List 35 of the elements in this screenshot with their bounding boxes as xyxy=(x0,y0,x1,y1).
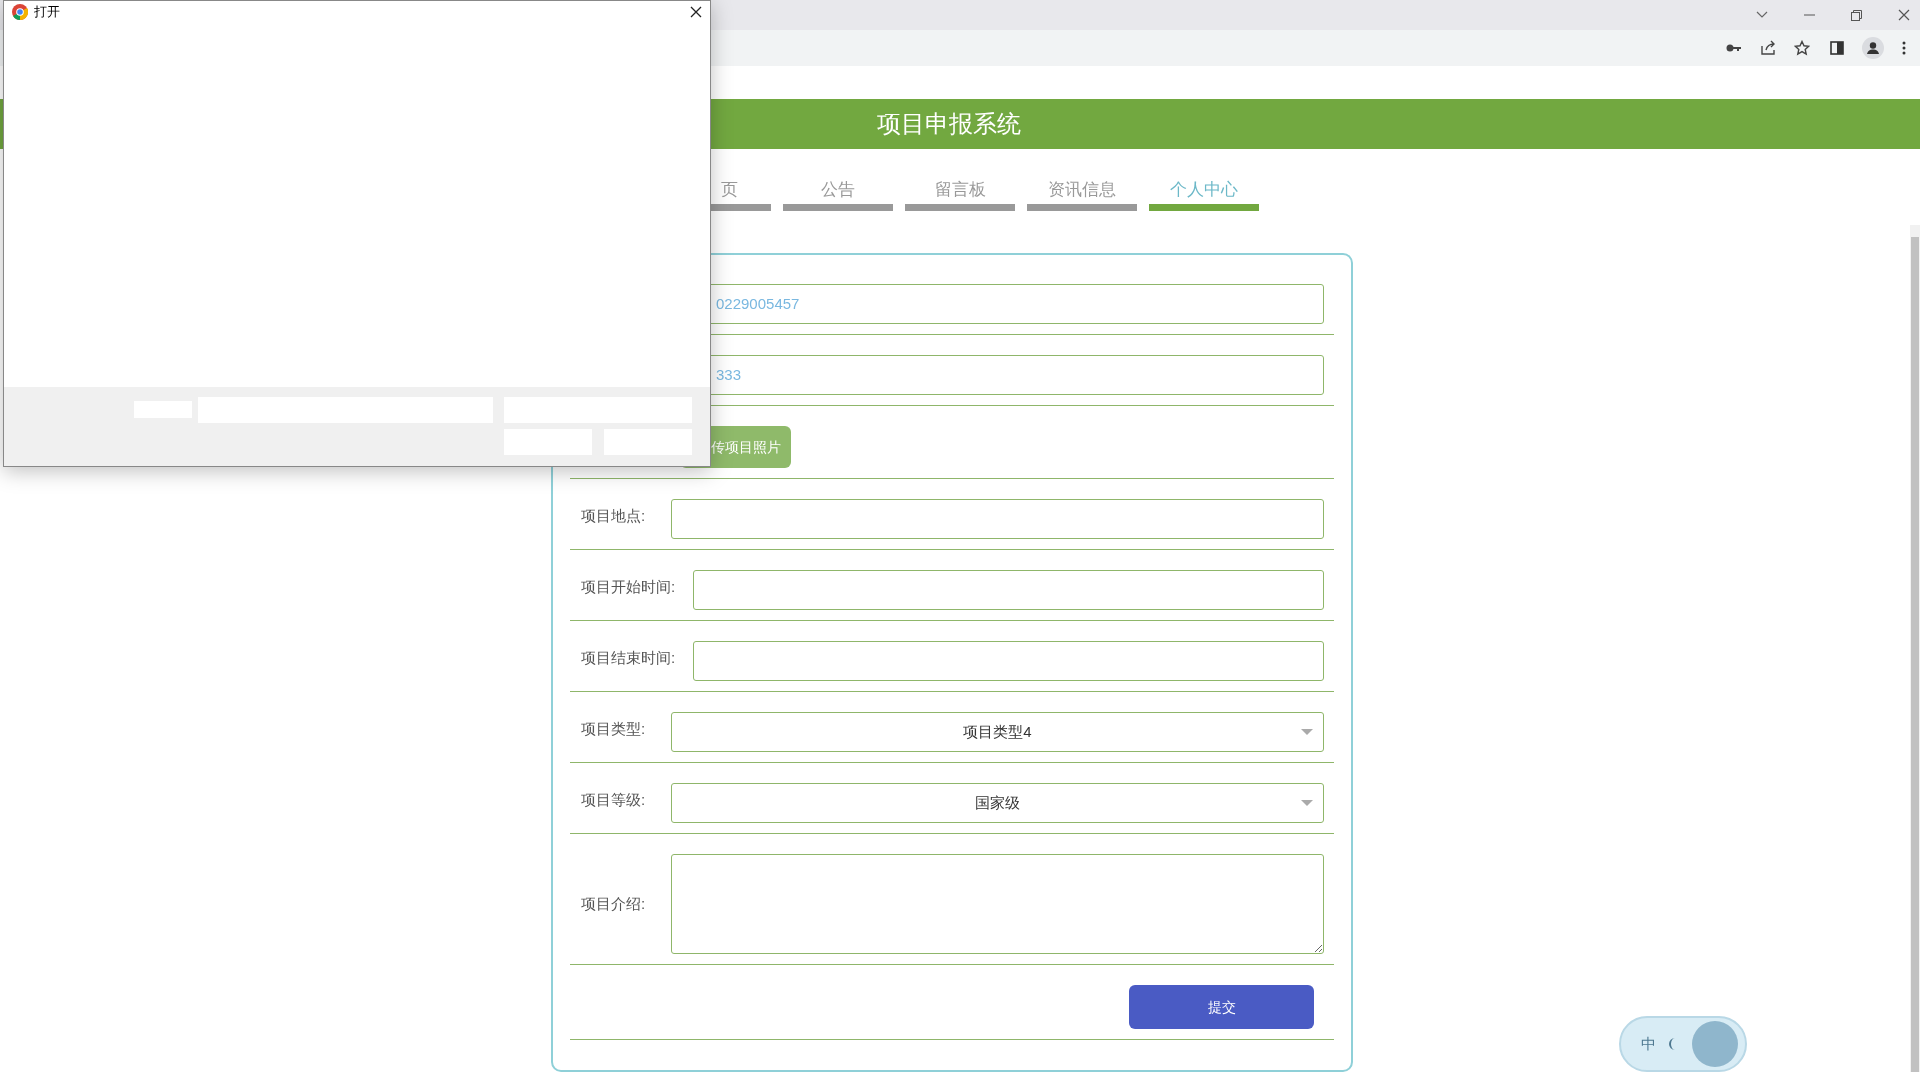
chevron-down-icon[interactable] xyxy=(1756,11,1768,19)
select-field[interactable]: 项目类型4 xyxy=(671,712,1324,752)
input-field[interactable] xyxy=(671,499,1324,539)
dropdown-arrow-icon xyxy=(1301,800,1313,806)
nav-tab[interactable]: 留言板 xyxy=(905,177,1015,211)
restore-icon[interactable] xyxy=(1851,9,1862,21)
scrollbar[interactable] xyxy=(1910,225,1920,1072)
field-label: 项目开始时间: xyxy=(580,577,677,597)
dropdown-arrow-icon xyxy=(1301,729,1313,735)
submit-button[interactable]: 提交 xyxy=(1129,985,1314,1029)
profile-icon[interactable] xyxy=(1862,37,1884,59)
input-field[interactable] xyxy=(693,641,1324,681)
key-icon[interactable] xyxy=(1726,43,1742,53)
browser-logo-icon xyxy=(12,4,28,20)
select-field[interactable]: 国家级 xyxy=(671,783,1324,823)
field-label: 项目介绍: xyxy=(580,893,647,914)
share-icon[interactable] xyxy=(1760,40,1776,56)
ime-mode-label: 中 xyxy=(1641,1033,1656,1054)
nav-tab[interactable]: 资讯信息 xyxy=(1027,177,1137,211)
close-icon[interactable] xyxy=(690,6,702,18)
field-label: 项目结束时间: xyxy=(580,648,677,668)
dialog-title: 打开 xyxy=(34,3,60,22)
star-icon[interactable] xyxy=(1794,40,1810,56)
field-label: 项目地点: xyxy=(580,506,647,526)
field-label: 项目等级: xyxy=(580,790,647,810)
site-title: 项目申报系统 xyxy=(877,109,1021,139)
nav-tab[interactable]: 公告 xyxy=(783,177,893,211)
nav-tab[interactable]: 个人中心 xyxy=(1149,177,1259,211)
textarea-field[interactable] xyxy=(671,854,1324,954)
ime-widget[interactable]: 中 xyxy=(1619,1016,1747,1072)
side-panel-icon[interactable] xyxy=(1830,41,1844,55)
more-icon[interactable] xyxy=(1902,41,1906,55)
close-icon[interactable] xyxy=(1898,9,1910,21)
field-label: 项目类型: xyxy=(580,719,647,739)
input-field[interactable] xyxy=(693,570,1324,610)
